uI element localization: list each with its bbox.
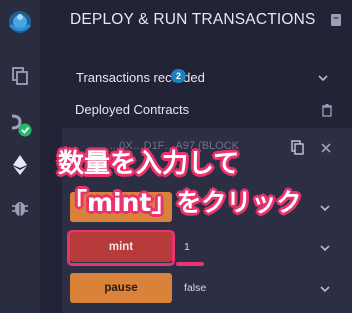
mint-button[interactable]: mint <box>70 232 172 262</box>
trash-icon[interactable] <box>321 103 333 117</box>
documentation-icon[interactable] <box>330 13 342 32</box>
compiler-icon[interactable] <box>0 112 40 138</box>
remix-logo-icon[interactable] <box>0 8 40 36</box>
transactions-count-badge: 2 <box>171 69 186 83</box>
chevron-down-icon[interactable] <box>320 203 330 213</box>
callout-click-mint: 「mint」をクリック <box>62 188 302 217</box>
deploy-run-icon[interactable] <box>0 154 40 176</box>
chevron-down-icon[interactable] <box>320 243 330 253</box>
file-explorer-icon[interactable] <box>0 66 40 86</box>
icon-sidebar <box>0 0 40 313</box>
input-highlight-underline <box>176 262 204 266</box>
debugger-icon[interactable] <box>0 198 40 218</box>
deployed-contracts-label: Deployed Contracts <box>75 102 190 117</box>
chevron-down-icon[interactable] <box>320 284 330 294</box>
mint-amount-input[interactable]: 1 <box>176 232 312 262</box>
chevron-down-icon[interactable] <box>318 73 328 83</box>
copy-icon[interactable] <box>291 140 304 155</box>
panel-title: DEPLOY & RUN TRANSACTIONS <box>70 11 316 28</box>
callout-enter-quantity: 数量を入力して <box>58 149 240 179</box>
close-icon[interactable] <box>320 142 332 154</box>
pause-value-display: false <box>176 273 312 303</box>
pause-button[interactable]: pause <box>70 273 172 303</box>
